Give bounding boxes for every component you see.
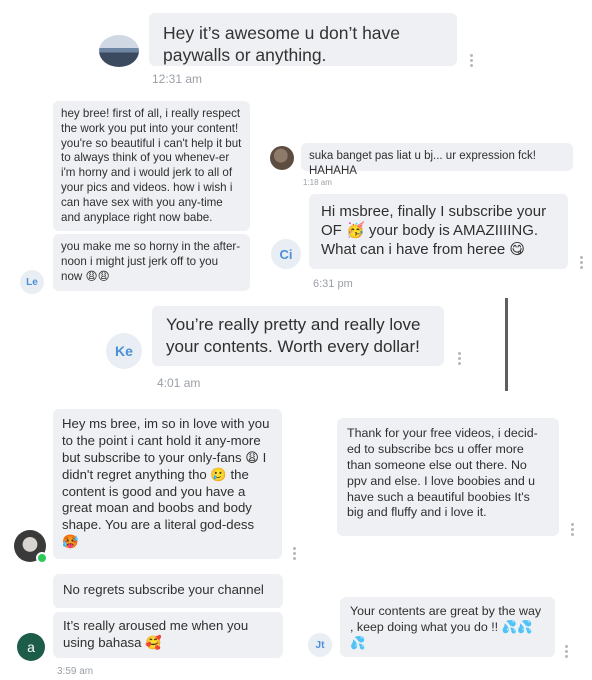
chat8-message-bubble-1: No regrets subscribe your channel (53, 574, 283, 608)
avatar-chat5[interactable]: Ke (106, 333, 142, 369)
chat4-message-text: Hi msbree, finally I subscribe your OF 🥳… (321, 203, 547, 259)
chat9-message-text: Your contents are great by the way , kee… (350, 604, 542, 650)
chat8-message-1-text: No regrets subscribe your channel (63, 582, 264, 597)
chat1-message-text: Hey it’s awesome u don’t have paywalls o… (163, 23, 401, 66)
avatar-chat9[interactable]: Jt (308, 633, 332, 657)
chat1-timestamp: 12:31 am (152, 72, 203, 86)
chat9-more-icon[interactable] (565, 645, 568, 660)
chat2-message-2-text: you make me so horny in the after-noon i… (61, 240, 241, 283)
online-status-dot (36, 552, 48, 564)
chat3-message-bubble: suka banget pas liat u bj... ur expressi… (301, 143, 573, 177)
chat6-more-icon[interactable] (293, 547, 296, 562)
chat2-message-1-text: hey bree! first of all, i really respect… (61, 107, 242, 224)
section-divider (505, 298, 508, 391)
chat2-message-bubble-2: you make me so horny in the after-noon i… (53, 234, 250, 291)
avatar-chat2[interactable]: Le (20, 270, 44, 294)
chat6-message-text: Hey ms bree, im so in love with you to t… (62, 416, 270, 550)
chat4-more-icon[interactable] (580, 256, 583, 271)
chat5-more-icon[interactable] (458, 352, 461, 367)
chat5-timestamp: 4:01 am (157, 376, 201, 390)
chat8-message-bubble-2: It’s really aroused me when you using ba… (53, 612, 283, 658)
chat4-message-bubble: Hi msbree, finally I subscribe your OF 🥳… (309, 194, 568, 269)
chat1-more-icon[interactable] (470, 54, 473, 69)
avatar-chat1-photo[interactable] (99, 35, 139, 67)
chat7-message-bubble: Thank for your free videos, i decid-ed t… (337, 418, 559, 536)
chat8-message-2-text: It’s really aroused me when you using ba… (63, 618, 249, 650)
chat8-timestamp: 3:59 am (57, 666, 94, 677)
chat7-message-text: Thank for your free videos, i decid-ed t… (347, 426, 538, 520)
chat5-message-text: You’re really pretty and really love you… (166, 315, 421, 356)
chat1-message-bubble: Hey it’s awesome u don’t have paywalls o… (149, 13, 457, 66)
avatar-chat8[interactable]: a (17, 633, 45, 661)
chat3-message-text: suka banget pas liat u bj... ur expressi… (309, 150, 536, 177)
avatar-chat3-photo[interactable] (270, 146, 294, 170)
chat3-timestamp: 1:18 am (303, 178, 332, 187)
chat7-more-icon[interactable] (571, 523, 574, 538)
chat6-message-bubble: Hey ms bree, im so in love with you to t… (53, 409, 282, 559)
avatar-chat4[interactable]: Ci (271, 239, 301, 269)
chat9-message-bubble: Your contents are great by the way , kee… (340, 597, 555, 657)
chat5-message-bubble: You’re really pretty and really love you… (152, 306, 444, 366)
chat4-timestamp: 6:31 pm (313, 278, 353, 290)
chat2-message-bubble-1: hey bree! first of all, i really respect… (53, 101, 250, 231)
